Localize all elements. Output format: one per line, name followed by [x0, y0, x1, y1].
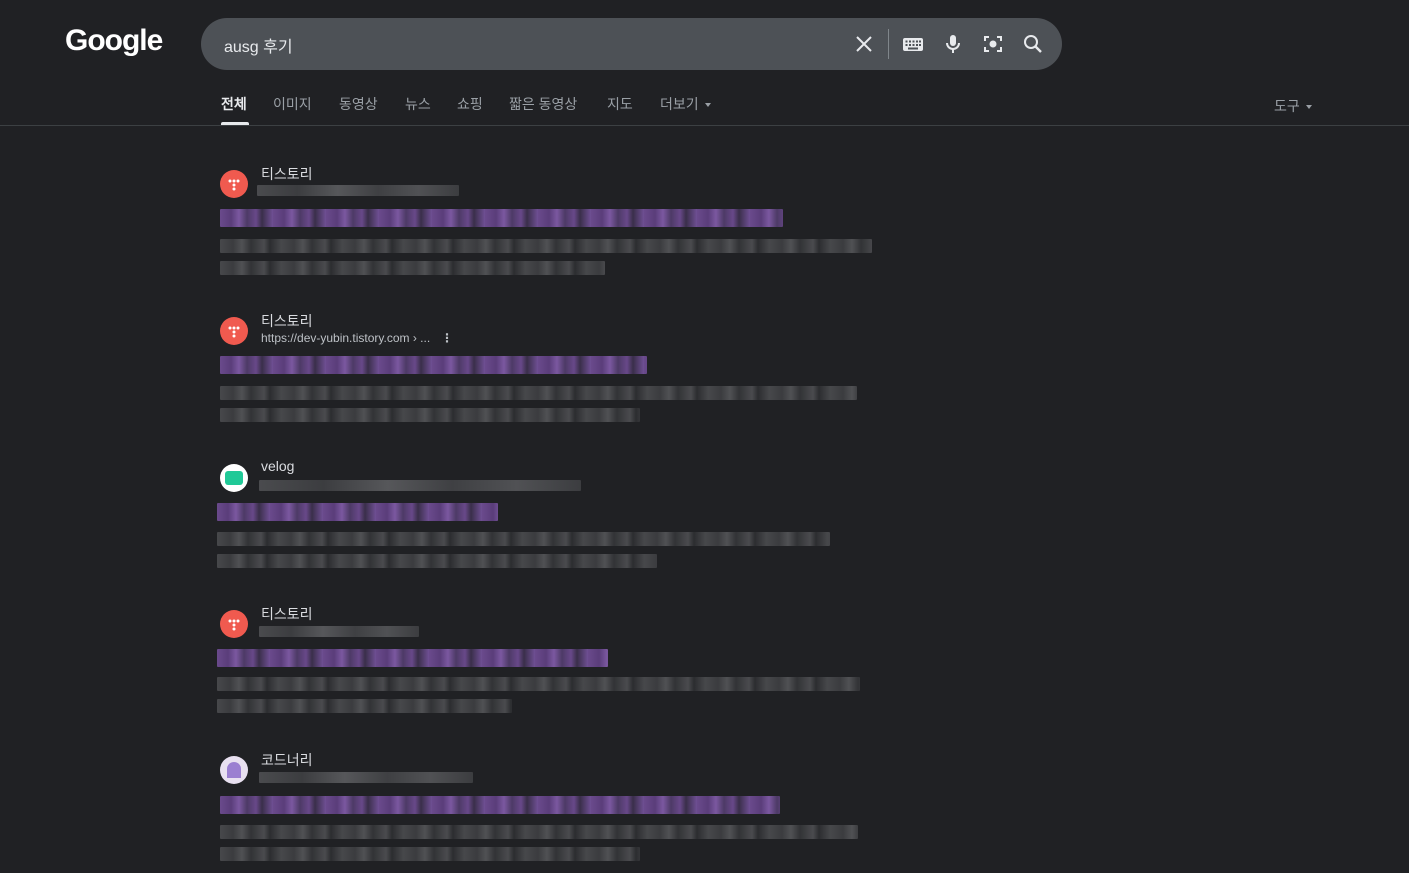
search-divider	[888, 29, 889, 59]
clear-icon[interactable]	[852, 32, 876, 56]
result-snippet-redacted	[217, 677, 860, 691]
search-box[interactable]	[201, 18, 1062, 70]
result-url-redacted	[259, 626, 419, 637]
tab-more-label: 더보기	[660, 96, 699, 112]
search-icon[interactable]	[1021, 32, 1045, 56]
tools-label: 도구	[1274, 98, 1300, 114]
result-snippet-redacted	[220, 408, 640, 422]
result-snippet-redacted	[220, 847, 640, 861]
result-site-name[interactable]: 티스토리	[261, 164, 313, 184]
result-title-redacted[interactable]	[220, 796, 780, 814]
tistory-icon	[220, 317, 248, 345]
result-url[interactable]: https://dev-yubin.tistory.com › ...	[261, 331, 430, 345]
tistory-icon	[220, 170, 248, 198]
tistory-icon	[220, 610, 248, 638]
result-snippet-redacted	[217, 699, 512, 713]
tab-short-videos[interactable]: 짧은 동영상	[509, 94, 577, 114]
result-snippet-redacted	[220, 239, 872, 253]
chevron-down-icon	[704, 103, 711, 108]
result-url-redacted	[257, 185, 459, 196]
search-result: 티스토리	[217, 604, 880, 724]
microphone-icon[interactable]	[941, 32, 965, 56]
search-result: 코드너리	[220, 750, 880, 870]
result-snippet-redacted	[217, 532, 830, 546]
search-input[interactable]	[222, 32, 826, 58]
result-title-redacted[interactable]	[217, 649, 608, 667]
result-site-name[interactable]: 코드너리	[261, 750, 313, 770]
result-snippet-redacted	[217, 554, 657, 568]
velog-icon	[220, 464, 248, 492]
tab-maps[interactable]: 지도	[607, 94, 633, 114]
result-url-redacted	[259, 480, 581, 491]
search-result: 티스토리	[220, 164, 880, 284]
result-site-name[interactable]: 티스토리	[261, 604, 313, 624]
more-options-icon[interactable]: ⋮	[441, 331, 453, 345]
result-title-redacted[interactable]	[217, 503, 498, 521]
google-logo[interactable]: Google	[65, 24, 163, 58]
camera-lens-icon[interactable]	[981, 32, 1005, 56]
keyboard-icon[interactable]	[901, 32, 925, 56]
result-site-name[interactable]: velog	[261, 458, 294, 474]
search-results-page: Google ausg 후기 전체 이미지 동영상 뉴스 쇼핑 짧은 동영상 지…	[0, 0, 1409, 873]
search-result: velog	[217, 458, 880, 578]
tab-more[interactable]: 더보기	[660, 94, 711, 114]
codenary-icon	[220, 756, 248, 784]
result-snippet-redacted	[220, 825, 858, 839]
tab-all[interactable]: 전체	[221, 94, 247, 114]
tab-news[interactable]: 뉴스	[405, 94, 431, 114]
tab-videos[interactable]: 동영상	[339, 94, 378, 114]
tab-shopping[interactable]: 쇼핑	[457, 94, 483, 114]
result-title-redacted[interactable]	[220, 209, 783, 227]
result-snippet-redacted	[220, 386, 857, 400]
result-title-redacted[interactable]	[220, 356, 647, 374]
result-snippet-redacted	[220, 261, 605, 275]
chevron-down-icon	[1305, 105, 1312, 110]
result-url-redacted	[259, 772, 473, 783]
search-result: 티스토리 https://dev-yubin.tistory.com › ...…	[220, 311, 880, 431]
tab-images[interactable]: 이미지	[273, 94, 312, 114]
tools-button[interactable]: 도구	[1274, 96, 1312, 116]
header-divider	[0, 125, 1409, 126]
result-site-name[interactable]: 티스토리	[261, 311, 313, 331]
